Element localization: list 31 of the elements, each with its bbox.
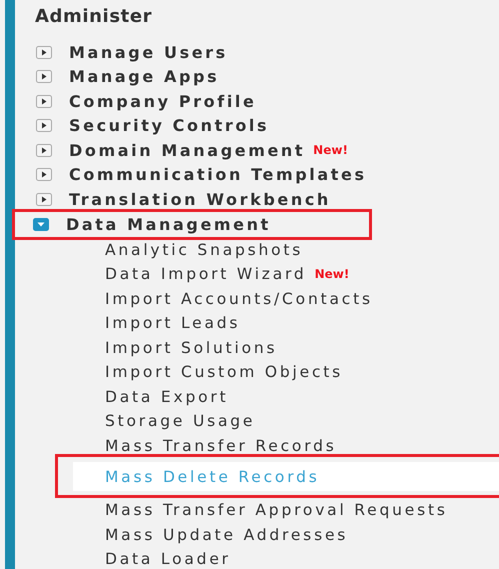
menu-category[interactable]: Manage Users <box>69 42 228 62</box>
collapse-icon[interactable] <box>33 218 49 230</box>
expand-icon[interactable] <box>36 70 52 84</box>
menu-item[interactable]: Analytic Snapshots <box>105 240 304 259</box>
menu-item[interactable]: Import Accounts/Contacts <box>105 290 373 308</box>
menu-category[interactable]: Manage Apps <box>69 67 220 86</box>
menu-item[interactable]: Storage Usage <box>105 412 256 430</box>
expand-icon[interactable] <box>36 168 52 182</box>
menu-category[interactable]: Data Management <box>66 214 271 234</box>
menu-item[interactable]: Data Loader <box>105 550 231 568</box>
menu-item[interactable]: Import Solutions <box>105 338 278 357</box>
menu-category[interactable]: Domain Management <box>69 140 306 160</box>
expand-icon[interactable] <box>36 119 52 132</box>
menu-category[interactable]: Communication Templates <box>69 165 367 184</box>
menu-item[interactable]: Import Custom Objects <box>105 363 344 382</box>
expand-icon[interactable] <box>36 192 52 206</box>
menu-category[interactable]: Security Controls <box>69 116 270 136</box>
menu-item[interactable]: Import Leads <box>105 314 240 332</box>
menu-category[interactable]: Company Profile <box>69 92 256 111</box>
new-label: New! <box>314 267 350 282</box>
expand-icon[interactable] <box>36 144 52 157</box>
menu-item[interactable]: Data Import Wizard <box>105 265 307 284</box>
menu-item[interactable]: Mass Transfer Approval Requests <box>105 501 448 520</box>
menu-item[interactable]: Mass Update Addresses <box>105 526 348 544</box>
menu-item[interactable]: Data Export <box>105 388 228 406</box>
menu-category[interactable]: Translation Workbench <box>69 190 331 209</box>
new-label: New! <box>313 143 348 158</box>
section-heading: Administer <box>35 6 154 29</box>
expand-icon[interactable] <box>36 46 52 59</box>
menu-item[interactable]: Mass Transfer Records <box>105 436 337 455</box>
expand-icon[interactable] <box>36 94 52 108</box>
